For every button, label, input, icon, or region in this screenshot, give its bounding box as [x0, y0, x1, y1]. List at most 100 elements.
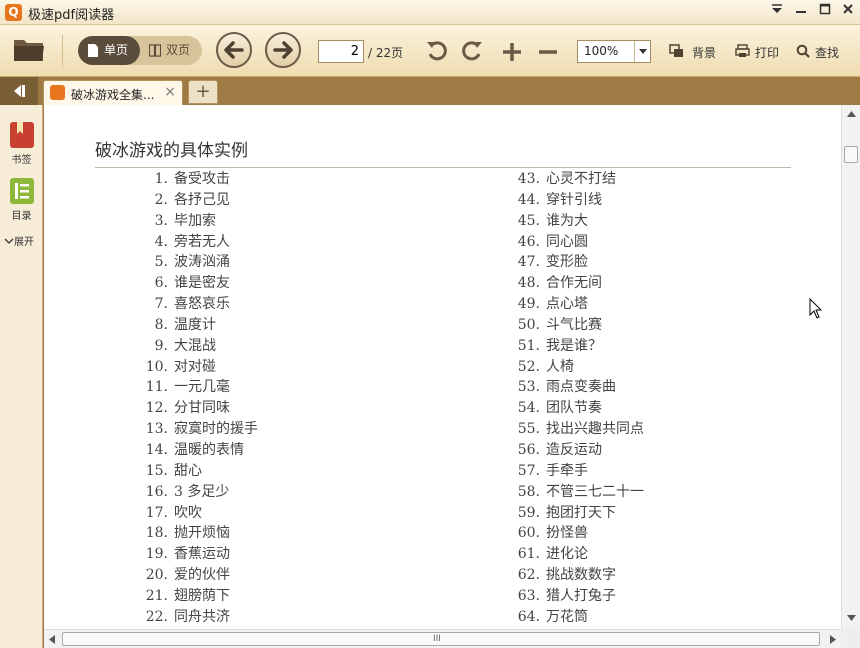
- item-title: 斗气比赛: [546, 316, 602, 333]
- list-item: 45. 谁为大: [512, 211, 644, 232]
- item-number: 10.: [145, 358, 168, 375]
- item-number: 14.: [145, 441, 168, 458]
- minimize-button[interactable]: [791, 3, 811, 21]
- zoom-in-icon[interactable]: [501, 41, 523, 63]
- vertical-scroll-thumb[interactable]: [844, 146, 858, 163]
- item-title: 毕加索: [174, 212, 216, 229]
- horizontal-scroll-thumb[interactable]: III: [62, 632, 820, 646]
- item-number: 63.: [517, 587, 540, 604]
- item-number: 60.: [517, 525, 540, 542]
- item-title: 心灵不打结: [546, 171, 616, 187]
- item-title: 同心圆: [546, 233, 588, 250]
- title-bar: Q 极速pdf阅读器: [0, 0, 860, 25]
- list-item: 20. 爱的伙伴: [140, 565, 258, 586]
- document-tab[interactable]: 破冰游戏全集... ×: [43, 80, 183, 105]
- list-item: 53. 雨点变奏曲: [512, 377, 644, 398]
- printer-icon: [735, 44, 750, 57]
- item-title: 进化论: [546, 546, 588, 563]
- item-title: 寂寞时的援手: [174, 421, 258, 438]
- open-folder-icon[interactable]: [13, 36, 45, 62]
- tab-close-icon[interactable]: ×: [164, 84, 176, 100]
- item-title: 造反运动: [546, 441, 602, 458]
- toc-button[interactable]: 目录: [0, 177, 43, 222]
- vertical-scrollbar[interactable]: [841, 105, 860, 629]
- page-total-label: / 22页: [368, 46, 404, 60]
- find-button[interactable]: 查找: [815, 44, 839, 61]
- view-mode-toggle: 单页 双页: [78, 36, 202, 65]
- list-item: 16. 3 多足少: [140, 482, 258, 503]
- scroll-right-icon[interactable]: [830, 635, 836, 644]
- item-title: 不管三七二十一: [546, 483, 644, 500]
- document-viewer[interactable]: 破冰游戏的具体实例 1. 备受攻击 2. 各抒己见 3. 毕加索 4. 旁若无人 5. 波涛汹涌 6…: [44, 105, 841, 629]
- item-number: 9.: [154, 337, 168, 354]
- item-title: 各抒己见: [174, 191, 230, 208]
- list-item: 46. 同心圆: [512, 232, 644, 253]
- mouse-cursor-icon: [809, 298, 823, 319]
- toolbar: 单页 双页 / 22页 100% 背景 打印 查找: [0, 25, 860, 77]
- previous-page-button[interactable]: [216, 32, 252, 68]
- item-number: 58.: [517, 483, 540, 500]
- collapse-panel-button[interactable]: [0, 77, 38, 105]
- menu-dropdown-icon[interactable]: [767, 3, 787, 21]
- item-title: 点心塔: [546, 296, 588, 313]
- list-item: 13. 寂寞时的援手: [140, 419, 258, 440]
- item-title: 分甘同味: [174, 400, 230, 417]
- window-title: 极速pdf阅读器: [28, 8, 115, 23]
- list-item: 47. 变形脸: [512, 252, 644, 273]
- item-title: 爱的伙伴: [174, 567, 230, 584]
- item-title: 翅膀荫下: [174, 587, 230, 604]
- single-page-button[interactable]: 单页: [78, 36, 140, 65]
- arrow-left-icon: [224, 41, 244, 59]
- expand-button[interactable]: 展开: [4, 233, 34, 248]
- page-heading: 破冰游戏的具体实例: [95, 141, 248, 161]
- item-number: 1.: [154, 171, 168, 187]
- list-item: 61. 进化论: [512, 544, 644, 565]
- heading-divider: [95, 167, 791, 168]
- list-item: 17. 吹吹: [140, 503, 258, 524]
- list-item: 60. 扮怪兽: [512, 523, 644, 544]
- item-number: 52.: [517, 358, 540, 375]
- item-number: 22.: [145, 608, 168, 625]
- side-panel: 书签 目录 展开: [0, 105, 43, 648]
- chevron-down-icon: [4, 238, 14, 244]
- item-number: 2.: [154, 191, 168, 208]
- pdf-file-icon: [50, 85, 65, 100]
- list-item: 8. 温度计: [140, 315, 258, 336]
- item-title: 猎人打兔子: [546, 587, 616, 604]
- rotate-left-icon[interactable]: [425, 39, 449, 63]
- list-item: 59. 抱团打天下: [512, 503, 644, 524]
- print-button[interactable]: 打印: [755, 44, 779, 61]
- scroll-up-icon[interactable]: [847, 111, 856, 117]
- horizontal-scrollbar[interactable]: III: [44, 629, 841, 648]
- item-number: 62.: [517, 567, 540, 584]
- bookmarks-button[interactable]: 书签: [0, 121, 43, 166]
- item-number: 57.: [517, 462, 540, 479]
- zoom-out-icon[interactable]: [537, 41, 559, 63]
- single-page-label: 单页: [104, 43, 129, 57]
- rotate-right-icon[interactable]: [460, 39, 484, 63]
- list-item: 3. 毕加索: [140, 211, 258, 232]
- maximize-button[interactable]: [815, 3, 835, 21]
- list-item: 57. 手牵手: [512, 461, 644, 482]
- new-tab-button[interactable]: +: [188, 80, 218, 104]
- item-number: 5.: [154, 254, 168, 271]
- item-title: 抱团打天下: [546, 504, 616, 521]
- tab-title: 破冰游戏全集...: [71, 88, 155, 102]
- page-number-input[interactable]: [318, 40, 364, 63]
- item-number: 21.: [145, 587, 168, 604]
- item-title: 雨点变奏曲: [546, 379, 616, 396]
- list-item: 64. 万花筒: [512, 607, 644, 628]
- scroll-left-icon[interactable]: [49, 635, 55, 644]
- item-title: 团队节奏: [546, 400, 602, 417]
- double-page-button[interactable]: 双页: [140, 36, 202, 65]
- item-title: 香蕉运动: [174, 546, 230, 563]
- background-button[interactable]: 背景: [692, 44, 716, 61]
- item-title: 旁若无人: [174, 233, 230, 250]
- zoom-select[interactable]: 100%: [577, 40, 651, 63]
- next-page-button[interactable]: [265, 32, 301, 68]
- scroll-down-icon[interactable]: [847, 615, 856, 621]
- item-number: 49.: [517, 296, 540, 313]
- item-number: 16.: [145, 483, 168, 500]
- close-button[interactable]: [838, 3, 858, 21]
- item-number: 8.: [154, 316, 168, 333]
